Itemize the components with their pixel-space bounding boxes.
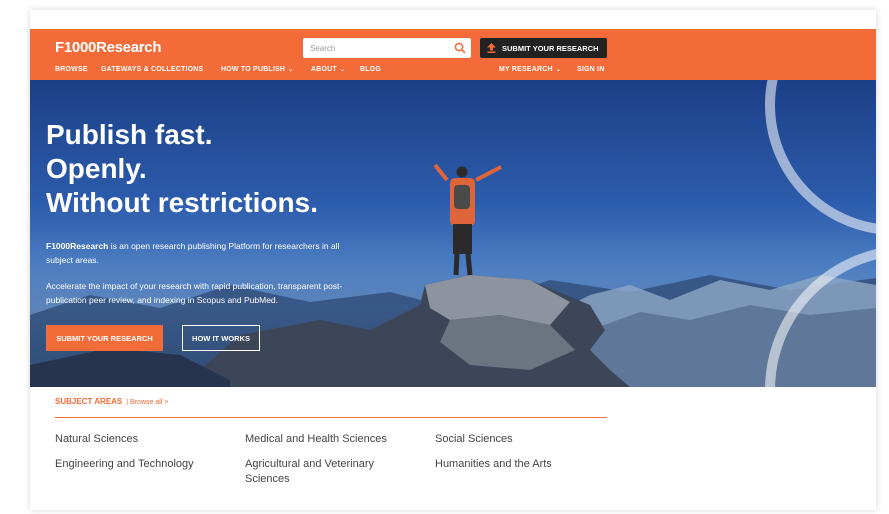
search-input[interactable]: [303, 38, 443, 58]
hero-headline-line: Without restrictions.: [46, 187, 318, 218]
subject-humanities-arts[interactable]: Humanities and the Arts: [435, 457, 605, 472]
subject-areas-title: SUBJECT AREAS: [55, 397, 123, 406]
submit-research-button[interactable]: SUBMIT YOUR RESEARCH: [46, 325, 163, 351]
subject-natural-sciences[interactable]: Natural Sciences: [55, 432, 225, 447]
how-it-works-button[interactable]: HOW IT WORKS: [182, 325, 260, 351]
subject-areas-divider: [55, 417, 607, 418]
hero-headline-line: Openly.: [46, 153, 147, 184]
subject-areas-header: SUBJECT AREAS | Browse all >: [55, 397, 168, 406]
chevron-down-icon: ⌄: [288, 67, 294, 73]
nav-about-label: ABOUT: [311, 66, 337, 73]
hiker-figure: [433, 163, 502, 276]
submit-research-header-button[interactable]: SUBMIT YOUR RESEARCH: [480, 38, 607, 58]
browse-all-link[interactable]: | Browse all >: [126, 399, 168, 406]
subject-medical-health-sciences[interactable]: Medical and Health Sciences: [245, 432, 415, 447]
site-logo[interactable]: F1000Research: [55, 39, 161, 56]
subject-engineering-technology[interactable]: Engineering and Technology: [55, 457, 225, 472]
nav-how-to-publish-label: HOW TO PUBLISH: [221, 66, 286, 73]
nav-my-research-label: MY RESEARCH: [499, 66, 553, 73]
hero-impact-text: Accelerate the impact of your research w…: [46, 281, 343, 305]
upload-icon: [487, 43, 496, 53]
hero-brand-name: F1000Research: [46, 241, 109, 251]
subject-agricultural-veterinary-sciences[interactable]: Agricultural and Veterinary Sciences: [245, 457, 395, 487]
search-icon[interactable]: [454, 42, 466, 54]
subject-social-sciences[interactable]: Social Sciences: [435, 432, 605, 447]
nav-sign-in[interactable]: SIGN IN: [577, 66, 604, 73]
nav-browse[interactable]: BROWSE: [55, 66, 88, 73]
submit-research-header-label: SUBMIT YOUR RESEARCH: [502, 43, 599, 53]
site-header: F1000Research SUBMIT YOUR RESEARCH BROWS…: [30, 29, 876, 80]
hero-banner: Publish fast. Openly. Without restrictio…: [30, 80, 876, 387]
hero-headline: Publish fast. Openly. Without restrictio…: [46, 118, 318, 220]
hero-intro-text: F1000Research is an open research publis…: [46, 240, 366, 267]
browser-page: F1000Research SUBMIT YOUR RESEARCH BROWS…: [30, 10, 876, 510]
search-box: [303, 38, 471, 58]
chevron-down-icon: ⌄: [339, 67, 346, 73]
nav-my-research[interactable]: MY RESEARCH ⌄: [499, 66, 561, 73]
hero-headline-line: Publish fast.: [46, 119, 213, 150]
nav-how-to-publish[interactable]: HOW TO PUBLISH ⌄: [221, 66, 293, 73]
main-nav: BROWSE GATEWAYS & COLLECTIONS HOW TO PUB…: [30, 66, 876, 78]
nav-gateways-collections[interactable]: GATEWAYS & COLLECTIONS: [101, 66, 203, 73]
nav-blog[interactable]: BLOG: [360, 66, 381, 73]
chevron-down-icon: ⌄: [555, 67, 562, 73]
nav-about[interactable]: ABOUT ⌄: [311, 66, 345, 73]
